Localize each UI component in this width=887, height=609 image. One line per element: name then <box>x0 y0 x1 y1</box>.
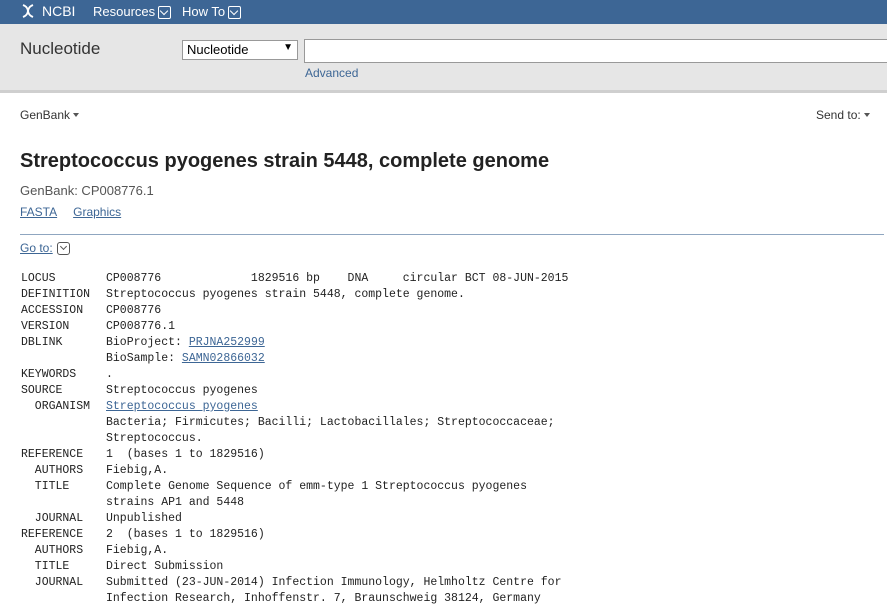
flatfile-value: Streptococcus pyogenes <box>106 384 258 397</box>
flatfile-value: . <box>106 368 113 381</box>
goto-menu[interactable]: Go to: <box>20 241 70 255</box>
flatfile-value: Unpublished <box>106 512 182 525</box>
send-to-label: Send to: <box>816 108 861 122</box>
flatfile-value: Infection Research, Inhoffenstr. 7, Brau… <box>106 592 541 605</box>
flatfile-value: BioProject: <box>106 336 189 349</box>
flatfile-value: 2 (bases 1 to 1829516) <box>106 528 265 541</box>
flatfile-value: CP008776.1 <box>106 320 176 333</box>
format-menu[interactable]: GenBank <box>20 108 80 122</box>
caret-down-icon <box>863 113 870 117</box>
flatfile-key: AUTHORS <box>21 544 84 557</box>
flatfile-line: VERSION CP008776.1 <box>21 319 568 335</box>
flatfile-value: Complete Genome Sequence of emm-type 1 S… <box>106 480 527 493</box>
flatfile-value: Submitted (23-JUN-2014) Infection Immuno… <box>106 576 562 589</box>
genbank-flatfile: LOCUS CP008776 1829516 bp DNA circular BC… <box>21 271 568 607</box>
graphics-link[interactable]: Graphics <box>73 205 121 219</box>
accession-line: GenBank: CP008776.1 <box>20 183 154 198</box>
flatfile-value: strains AP1 and 5448 <box>106 496 245 509</box>
flatfile-line: strains AP1 and 5448 <box>21 495 568 511</box>
howto-menu[interactable]: How To <box>182 4 242 19</box>
flatfile-key: TITLE <box>21 480 70 493</box>
resources-label: Resources <box>93 4 156 19</box>
flatfile-line: DBLINK BioProject: PRJNA252999 <box>21 335 568 351</box>
chevron-down-icon <box>228 6 242 19</box>
flatfile-line: LOCUS CP008776 1829516 bp DNA circular BC… <box>21 271 568 287</box>
flatfile-key: ORGANISM <box>21 400 91 413</box>
resources-menu[interactable]: Resources <box>93 4 172 19</box>
flatfile-line: JOURNAL Submitted (23-JUN-2014) Infection… <box>21 575 568 591</box>
flatfile-key: KEYWORDS <box>21 368 77 381</box>
flatfile-value: 1 (bases 1 to 1829516) <box>106 448 265 461</box>
flatfile-line: ACCESSION CP008776 <box>21 303 568 319</box>
flatfile-link[interactable]: SAMN02866032 <box>182 352 265 365</box>
dropdown-arrow-icon: ▼ <box>283 42 293 53</box>
database-select-value: Nucleotide <box>187 42 249 57</box>
flatfile-key: REFERENCE <box>21 528 84 541</box>
flatfile-line: Streptococcus. <box>21 431 568 447</box>
send-to-menu[interactable]: Send to: <box>816 108 870 122</box>
flatfile-value: Fiebig,A. <box>106 464 169 477</box>
advanced-search-link[interactable]: Advanced <box>305 66 358 80</box>
flatfile-key: AUTHORS <box>21 464 84 477</box>
fasta-link[interactable]: FASTA <box>20 205 57 219</box>
search-input[interactable] <box>304 39 887 63</box>
ncbi-logo[interactable]: NCBI <box>20 3 75 19</box>
flatfile-line: AUTHORS Fiebig,A. <box>21 463 568 479</box>
flatfile-line: KEYWORDS. <box>21 367 568 383</box>
flatfile-link[interactable]: PRJNA252999 <box>189 336 265 349</box>
flatfile-value: Streptococcus pyogenes strain 5448, comp… <box>106 288 465 301</box>
top-navigation-bar: NCBI Resources How To <box>0 0 887 24</box>
flatfile-key: ACCESSION <box>21 304 84 317</box>
flatfile-line: TITLE Complete Genome Sequence of emm-typ… <box>21 479 568 495</box>
ncbi-helix-icon <box>22 4 34 18</box>
flatfile-line: TITLE Direct Submission <box>21 559 568 575</box>
howto-label: How To <box>182 4 226 19</box>
search-bar: Nucleotide Nucleotide ▼ Advanced <box>0 24 887 93</box>
flatfile-line: Infection Research, Inhoffenstr. 7, Brau… <box>21 591 568 607</box>
flatfile-key: JOURNAL <box>21 576 84 589</box>
flatfile-line: REFERENCE 1 (bases 1 to 1829516) <box>21 447 568 463</box>
goto-label: Go to: <box>20 241 53 255</box>
chevron-down-icon <box>158 6 172 19</box>
flatfile-value: Direct Submission <box>106 560 224 573</box>
flatfile-value: CP008776 1829516 bp DNA circular BCT 08-… <box>106 272 569 285</box>
flatfile-line: SOURCE Streptococcus pyogenes <box>21 383 568 399</box>
flatfile-line: BioSample: SAMN02866032 <box>21 351 568 367</box>
flatfile-line: REFERENCE 2 (bases 1 to 1829516) <box>21 527 568 543</box>
format-label: GenBank <box>20 108 71 122</box>
flatfile-key: DBLINK <box>21 336 63 349</box>
ncbi-logo-text: NCBI <box>42 3 76 19</box>
flatfile-key: TITLE <box>21 560 70 573</box>
flatfile-value: Fiebig,A. <box>106 544 169 557</box>
database-select[interactable]: Nucleotide ▼ <box>182 40 298 60</box>
flatfile-line: AUTHORS Fiebig,A. <box>21 543 568 559</box>
caret-down-icon <box>73 113 80 117</box>
flatfile-value: Streptococcus. <box>106 432 203 445</box>
flatfile-line: JOURNAL Unpublished <box>21 511 568 527</box>
flatfile-line: DEFINITION Streptococcus pyogenes strain … <box>21 287 568 303</box>
flatfile-line: ORGANISM Streptococcus pyogenes <box>21 399 568 415</box>
divider <box>20 234 884 235</box>
flatfile-key: JOURNAL <box>21 512 84 525</box>
view-links: FASTA Graphics <box>20 205 137 219</box>
flatfile-link[interactable]: Streptococcus pyogenes <box>106 400 258 413</box>
flatfile-key: REFERENCE <box>21 448 84 461</box>
flatfile-key: DEFINITION <box>21 288 91 301</box>
chevron-down-icon <box>56 241 70 255</box>
record-title: Streptococcus pyogenes strain 5448, comp… <box>20 150 550 172</box>
flatfile-value: BioSample: <box>106 352 182 365</box>
flatfile-line: Bacteria; Firmicutes; Bacilli; Lactobaci… <box>21 415 568 431</box>
flatfile-value: CP008776 <box>106 304 162 317</box>
flatfile-value: Bacteria; Firmicutes; Bacilli; Lactobaci… <box>106 416 555 429</box>
flatfile-key: VERSION <box>21 320 70 333</box>
flatfile-key: LOCUS <box>21 272 56 285</box>
flatfile-key: SOURCE <box>21 384 63 397</box>
database-title: Nucleotide <box>20 39 101 58</box>
